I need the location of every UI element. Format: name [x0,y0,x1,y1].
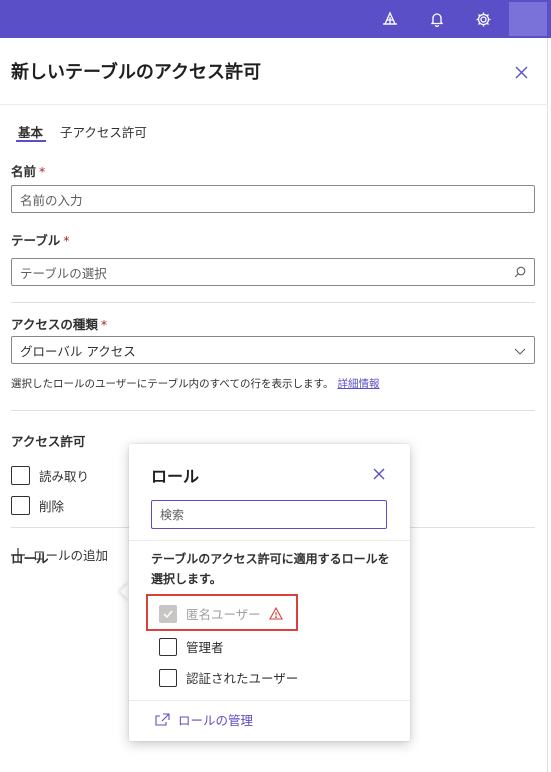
callout-divider-top [129,540,410,541]
permissions-label: アクセス許可 [11,434,86,449]
section-divider-1 [11,302,535,303]
warning-icon[interactable] [268,607,283,620]
checkbox-box [159,604,177,623]
role-item-administrator[interactable]: 管理者 [159,637,224,656]
top-bar [0,0,551,38]
copilot-icon[interactable] [380,9,400,29]
name-input-placeholder: 名前の入力 [20,192,83,208]
roles-callout: ロール 検索 テーブルのアクセス許可に適用するロールを選択します。 匿名ユーザー… [129,444,410,741]
read-permission-label: 読み取り [39,469,90,484]
header-divider [0,104,548,105]
open-external-icon [155,713,170,726]
checkbox-box[interactable] [159,668,177,687]
tab-basic[interactable]: 基本 [18,122,43,141]
role-item-anonymous: 匿名ユーザー [159,604,283,623]
role-search-placeholder: 検索 [160,508,185,522]
read-permission-checkbox[interactable]: 読み取り [11,466,89,485]
role-authenticated-label: 認証されたユーザー [186,671,299,686]
gear-icon[interactable] [473,9,493,29]
role-anonymous-label: 匿名ユーザー [186,607,261,622]
avatar[interactable] [509,2,547,36]
access-type-label: アクセスの種類 * [11,317,108,332]
tab-child-permissions[interactable]: 子アクセス許可 [60,122,147,141]
role-item-authenticated[interactable]: 認証されたユーザー [159,668,298,687]
callout-description: テーブルのアクセス許可に適用するロールを選択します。 [151,552,390,586]
chevron-down-icon [514,348,526,355]
tab-underline [16,140,46,142]
access-type-selected: グローバル アクセス [20,343,136,359]
delete-permission-label: 削除 [39,499,65,514]
section-divider-2 [11,410,535,411]
search-icon [514,266,526,278]
name-label: 名前 * [11,164,46,179]
manage-roles-label: ロールの管理 [178,713,254,728]
role-search-input[interactable]: 検索 [151,500,387,529]
table-search-input[interactable]: テーブルの選択 [11,258,535,286]
access-type-hint: 選択したロールのユーザーにテーブル内のすべての行を表示します。 詳細情報 [11,378,380,390]
panel-title: 新しいテーブルのアクセス許可 [11,62,262,83]
name-input[interactable]: 名前の入力 [11,185,535,213]
checkbox-box[interactable] [11,466,30,485]
plus-icon [11,547,25,562]
delete-permission-checkbox[interactable]: 削除 [11,496,64,515]
table-label: テーブル * [11,233,70,248]
bell-icon[interactable] [427,9,447,29]
checkbox-box[interactable] [11,496,30,515]
table-input-placeholder: テーブルの選択 [20,265,107,281]
learn-more-link[interactable]: 詳細情報 [337,378,379,390]
checkbox-box[interactable] [159,637,177,656]
close-icon[interactable] [371,466,387,482]
checkmark-icon [163,610,173,618]
callout-title: ロール [151,467,200,486]
callout-divider-bottom [129,700,410,701]
add-role-button[interactable]: ロールの追加 [11,545,108,564]
access-type-dropdown[interactable]: グローバル アクセス [11,336,535,364]
add-role-label: ロールの追加 [33,548,109,563]
role-administrator-label: 管理者 [186,640,224,655]
close-icon[interactable] [511,62,531,82]
manage-roles-link[interactable]: ロールの管理 [155,710,253,729]
